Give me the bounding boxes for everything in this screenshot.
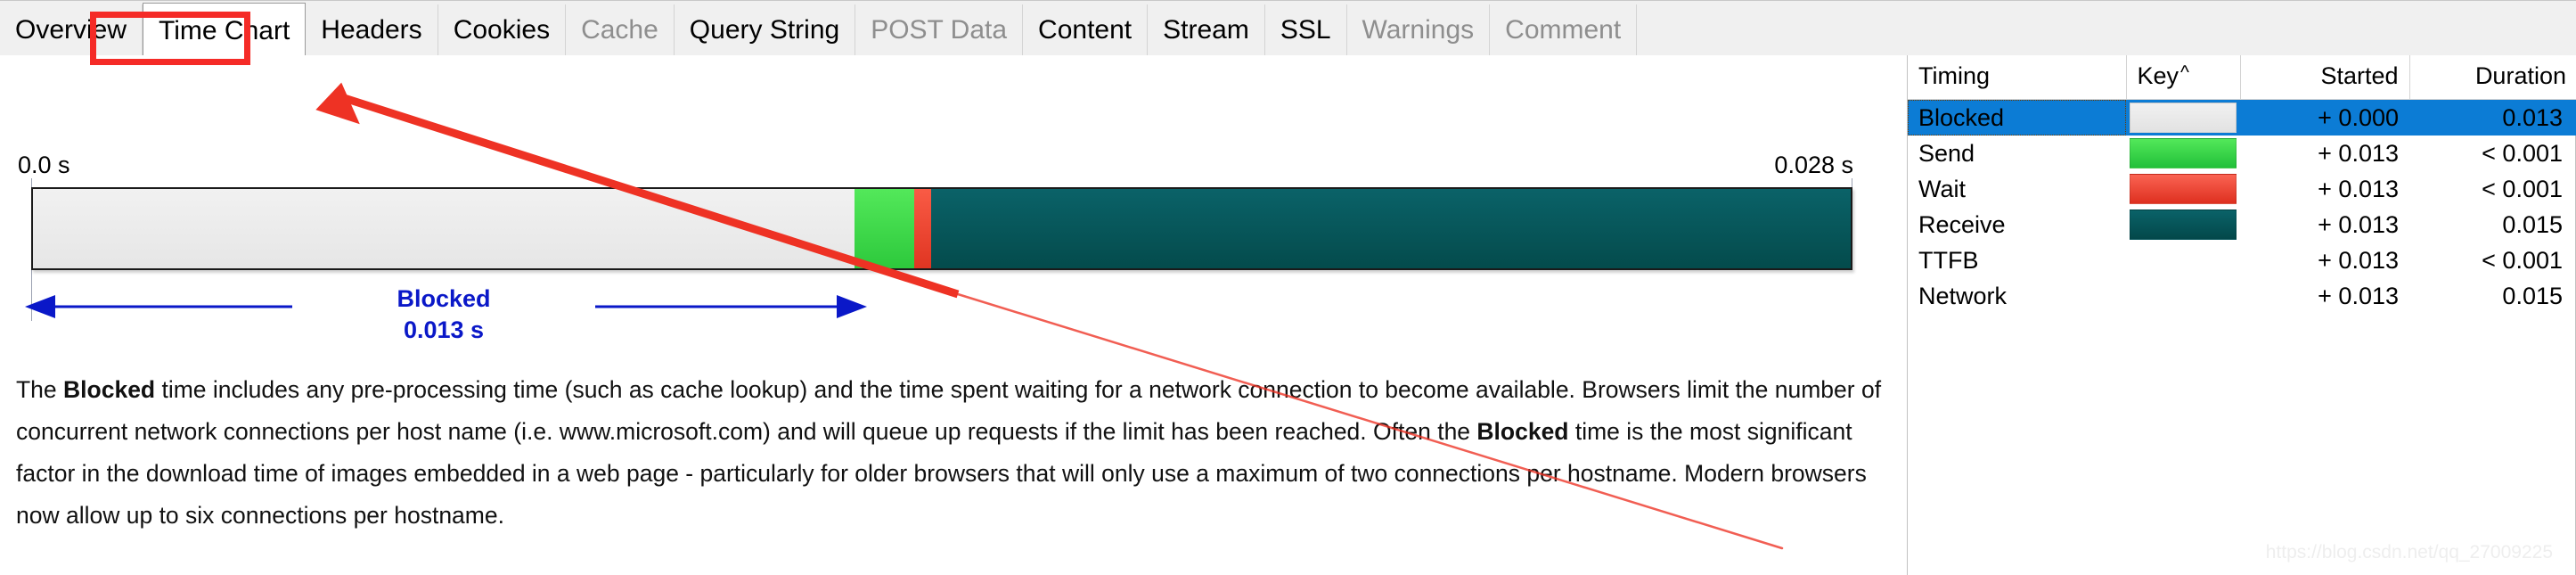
color-swatch-send [2130, 138, 2237, 168]
timing-table-header-row: Timing Key^ Started Duration [1908, 55, 2576, 100]
cell-started: + 0.013 [2318, 175, 2399, 202]
table-row[interactable]: Wait + 0.013 < 0.001 [1908, 171, 2576, 207]
cell-key-swatch [2126, 99, 2240, 136]
color-swatch-wait [2130, 174, 2237, 204]
cell-duration: < 0.001 [2482, 246, 2563, 274]
cell-started: + 0.013 [2318, 210, 2399, 238]
timing-table-body: Blocked + 0.000 0.013 Send + 0.013 < 0.001 Wai… [1908, 99, 2576, 315]
cell-started: + 0.013 [2318, 139, 2399, 167]
desc-part1: The [16, 376, 64, 403]
dimension-value: 0.013 s [403, 316, 485, 343]
cell-key-swatch [2126, 242, 2240, 278]
cell-timing-name: Wait [1918, 175, 1966, 202]
color-swatch-none [2130, 281, 2237, 311]
tab-query-string[interactable]: Query String [674, 4, 856, 56]
desc-bold2: Blocked [1476, 418, 1569, 445]
cell-timing-name: Receive [1918, 210, 2006, 238]
desc-bold1: Blocked [63, 376, 156, 403]
tab-cookies[interactable]: Cookies [438, 4, 567, 56]
table-row[interactable]: Blocked + 0.000 0.013 [1908, 99, 2576, 136]
table-row[interactable]: TTFB + 0.013 < 0.001 [1908, 242, 2576, 278]
axis-label-end: 0.028 s [1774, 152, 1853, 178]
timeline-segment-receive[interactable] [930, 189, 1851, 268]
cell-duration: < 0.001 [2482, 175, 2563, 202]
timeline-segment-send[interactable] [855, 189, 915, 268]
tab-warnings: Warnings [1346, 4, 1491, 56]
cell-duration: 0.015 [2502, 210, 2563, 238]
column-header-duration[interactable]: Duration [2409, 55, 2576, 100]
cell-started: + 0.013 [2318, 246, 2399, 274]
time-chart-tab-highlight [90, 12, 250, 65]
tab-stream[interactable]: Stream [1148, 4, 1265, 56]
column-header-timing[interactable]: Timing [1908, 55, 2127, 100]
cell-key-swatch [2126, 171, 2240, 207]
cell-duration: < 0.001 [2482, 139, 2563, 167]
timeline-segment-blocked[interactable] [33, 189, 855, 268]
cell-timing-name: Network [1918, 282, 2008, 309]
tab-comment: Comment [1490, 4, 1638, 56]
time-chart-pane: 0.0 s 0.028 s Blocked 0.013 s The Blocke… [0, 55, 1907, 575]
tab-ssl[interactable]: SSL [1264, 4, 1347, 56]
table-row[interactable]: Send + 0.013 < 0.001 [1908, 136, 2576, 171]
timeline-bar[interactable] [31, 187, 1852, 270]
cell-started: + 0.000 [2240, 99, 2409, 136]
cell-timing-name: Blocked [1908, 99, 2126, 136]
tab-bar: Overview Time Chart Headers Cookies Cache Que… [0, 0, 2576, 56]
cell-key-swatch [2126, 278, 2240, 314]
color-swatch-receive [2130, 209, 2237, 240]
timing-table: Timing Key^ Started Duration Blocked + 0.… [1908, 55, 2576, 314]
blocked-description: The Blocked time includes any pre-proces… [16, 369, 1887, 537]
timeline-segment-wait[interactable] [914, 189, 931, 268]
cell-duration: 0.013 [2409, 99, 2576, 136]
axis-label-start: 0.0 s [18, 152, 70, 178]
cell-duration: 0.015 [2502, 282, 2563, 309]
tab-headers[interactable]: Headers [306, 4, 438, 56]
cell-started: + 0.013 [2318, 282, 2399, 309]
tab-content[interactable]: Content [1023, 4, 1149, 56]
color-swatch-blocked [2130, 103, 2237, 133]
cell-timing-name: Send [1918, 139, 1975, 167]
cell-key-swatch [2126, 136, 2240, 171]
watermark: https://blog.csdn.net/qq_27009225 [2265, 542, 2553, 563]
sort-ascending-caret-icon: ^ [2180, 62, 2189, 83]
cell-key-swatch [2126, 207, 2240, 242]
tab-post-data: POST Data [855, 4, 1024, 56]
table-row[interactable]: Receive + 0.013 0.015 [1908, 207, 2576, 242]
tab-cache: Cache [566, 4, 675, 56]
column-header-key-label: Key [2137, 62, 2179, 89]
column-header-key[interactable]: Key^ [2126, 55, 2241, 100]
cell-timing-name: TTFB [1918, 246, 1979, 274]
dimension-label: Blocked [292, 286, 595, 311]
column-header-started[interactable]: Started [2240, 55, 2410, 100]
color-swatch-none [2130, 245, 2237, 275]
blocked-dimension-annotation: Blocked 0.013 s [25, 286, 867, 357]
table-row[interactable]: Network + 0.013 0.015 [1908, 278, 2576, 314]
timing-table-pane: Timing Key^ Started Duration Blocked + 0.… [1907, 55, 2576, 575]
